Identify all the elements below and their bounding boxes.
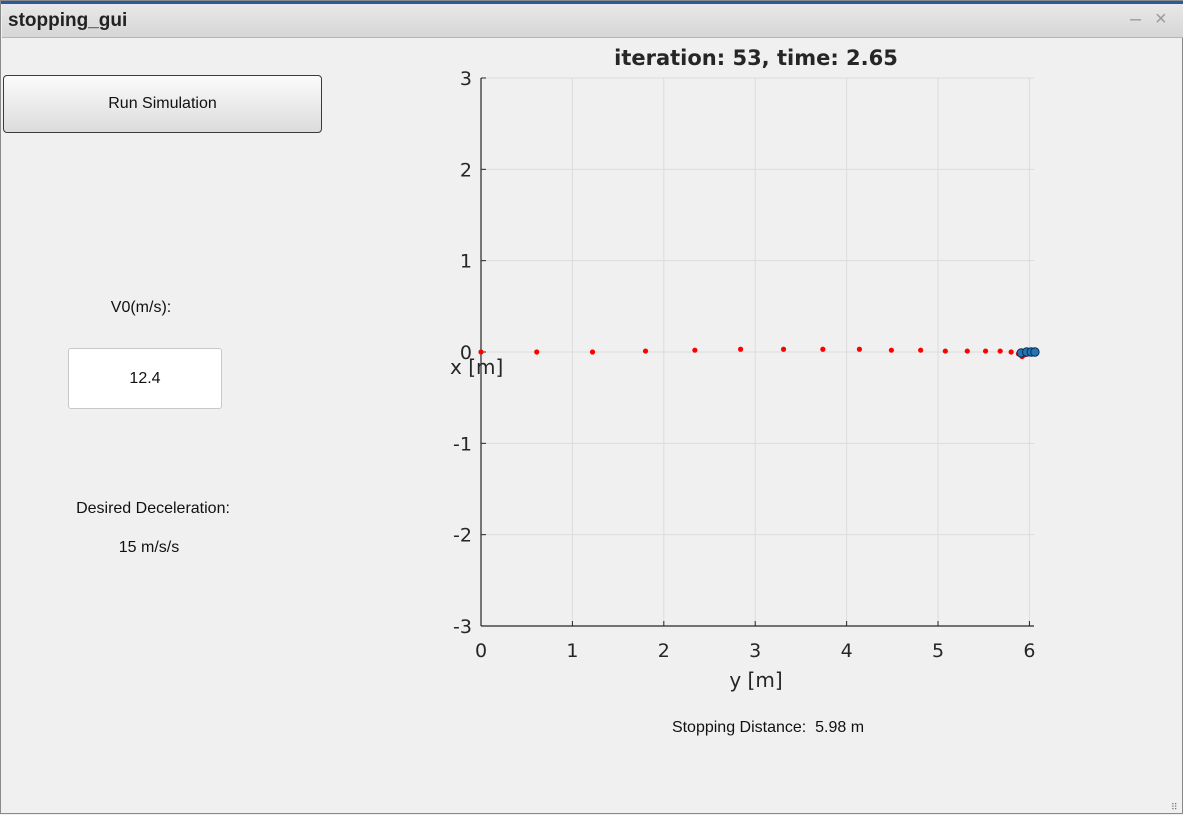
x-tick-label: 3: [749, 640, 761, 662]
resize-grip-icon[interactable]: ⠿: [1171, 802, 1181, 812]
trail-point: [918, 347, 924, 353]
y-tick-label: 1: [460, 251, 472, 273]
x-tick-label: 4: [841, 640, 853, 662]
chart-xlabel: y [m]: [729, 668, 782, 692]
stopping-distance: Stopping Distance: 5.98 m: [671, 719, 865, 736]
trail-point: [780, 346, 787, 352]
trail-point: [997, 348, 1003, 354]
trail-point: [589, 349, 596, 355]
chart-ylabel: x [m]: [450, 355, 503, 379]
trail-point: [888, 347, 895, 353]
trail-point: [856, 346, 863, 352]
plot-data: [478, 346, 1040, 360]
trail-point: [478, 349, 484, 355]
y-tick-label: 3: [460, 68, 472, 90]
y-tick-label: -1: [453, 433, 472, 455]
x-tick-label: 5: [932, 640, 944, 662]
app-window: stopping_gui – × Run Simulation V0(m/s):…: [0, 0, 1183, 814]
trail-point: [964, 348, 970, 354]
x-tick-label: 0: [475, 640, 487, 662]
vehicle-marker: [1030, 347, 1040, 357]
y-tick-label: -3: [453, 616, 472, 638]
plot-ticks: 0 1 2 3 4 5 6-3-2-10123: [453, 68, 1035, 662]
trail-point: [737, 346, 744, 352]
plot-grid: [480, 77, 1034, 627]
trail-point: [1008, 349, 1014, 355]
chart-title: iteration: 53, time: 2.65: [614, 46, 898, 70]
trail-point: [942, 348, 948, 354]
x-tick-label: 6: [1023, 640, 1035, 662]
y-tick-label: 2: [460, 159, 472, 181]
trail-point: [982, 348, 989, 354]
trail-point: [692, 347, 698, 353]
trajectory-plot: 0 1 2 3 4 5 6-3-2-10123 iteration: 53, time: 2…: [450, 46, 1040, 692]
y-tick-label: -2: [453, 525, 472, 547]
x-tick-label: 2: [658, 640, 670, 662]
x-tick-label: 1: [566, 640, 578, 662]
trail-point: [820, 346, 826, 352]
trail-point: [642, 348, 649, 354]
trail-point: [534, 349, 540, 355]
